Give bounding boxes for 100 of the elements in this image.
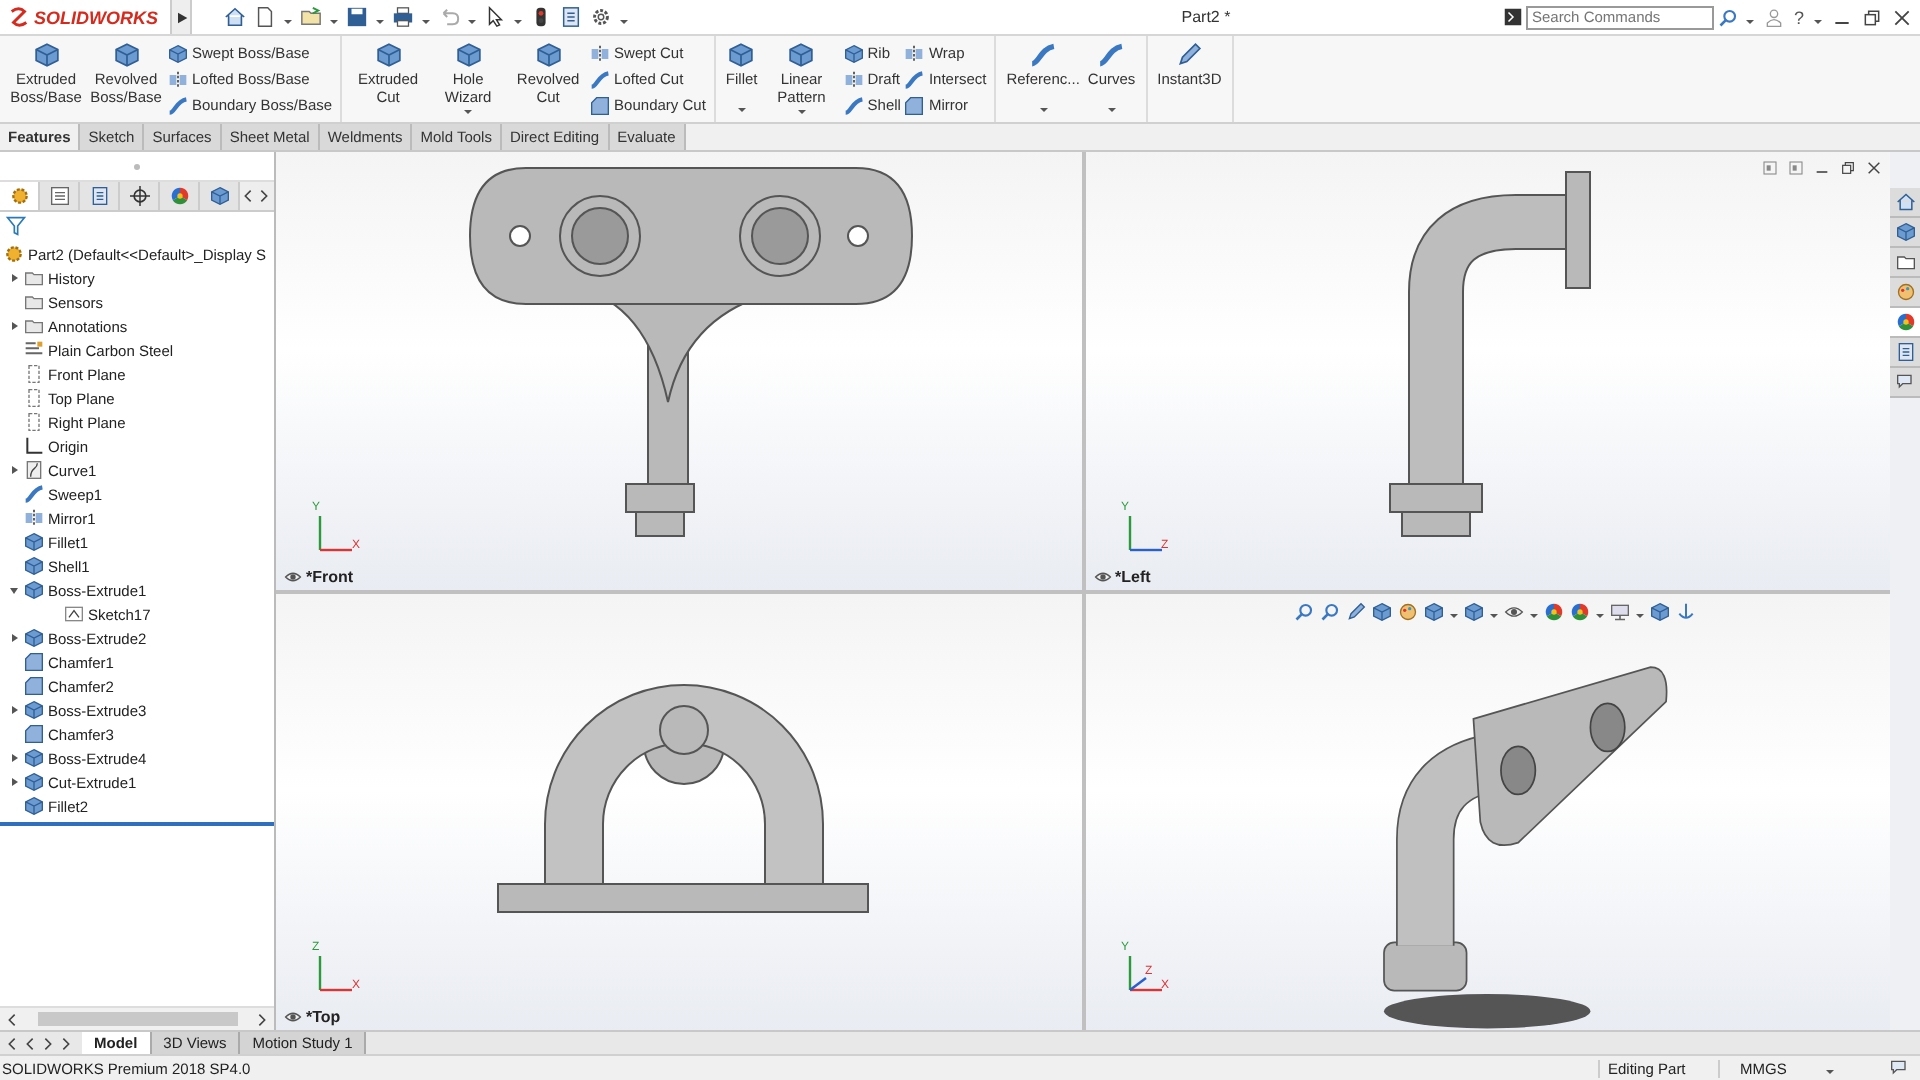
cube-icon bbox=[33, 42, 59, 68]
printer-icon[interactable] bbox=[392, 6, 414, 28]
chamfer-icon bbox=[24, 724, 44, 744]
task-pane-tab[interactable] bbox=[1890, 218, 1920, 248]
terminal-icon[interactable] bbox=[1503, 8, 1522, 26]
expand-arrow-icon[interactable] bbox=[11, 634, 17, 642]
gear-icon bbox=[4, 244, 24, 264]
list-icon[interactable] bbox=[560, 6, 582, 28]
palette-icon[interactable] bbox=[1397, 601, 1417, 621]
task-pane-tab[interactable] bbox=[1890, 248, 1920, 278]
cube-icon bbox=[24, 700, 44, 720]
dropdown-caret-icon[interactable] bbox=[1813, 19, 1822, 23]
settings-icon[interactable] bbox=[590, 6, 612, 28]
curve-icon bbox=[24, 460, 44, 480]
dropdown-caret-icon[interactable] bbox=[1826, 1069, 1835, 1073]
mirror-icon bbox=[904, 43, 925, 63]
color-wheel-icon[interactable] bbox=[1543, 601, 1563, 621]
sweep-icon bbox=[904, 69, 925, 89]
cube-icon bbox=[24, 532, 44, 552]
dropdown-caret-icon[interactable] bbox=[330, 20, 338, 24]
expand-arrow-icon[interactable] bbox=[10, 587, 18, 593]
panel-icon[interactable] bbox=[1762, 160, 1778, 176]
dropdown-caret-icon[interactable] bbox=[422, 20, 430, 24]
panel-tab[interactable] bbox=[80, 182, 120, 210]
anchor-icon[interactable] bbox=[1675, 601, 1695, 621]
cube-icon[interactable] bbox=[1649, 601, 1669, 621]
restore-icon[interactable] bbox=[1840, 160, 1856, 176]
task-pane-tab[interactable] bbox=[1890, 368, 1920, 398]
monitor-icon[interactable] bbox=[1609, 601, 1629, 621]
task-pane-tab[interactable] bbox=[1890, 338, 1920, 368]
expand-arrow-icon[interactable] bbox=[11, 322, 17, 330]
close-icon[interactable] bbox=[1891, 7, 1912, 27]
mirror-icon bbox=[843, 69, 864, 89]
restore-icon[interactable] bbox=[1861, 7, 1882, 27]
task-pane-tab[interactable] bbox=[1890, 308, 1920, 338]
chamfer-icon bbox=[904, 95, 925, 115]
dropdown-caret-icon[interactable] bbox=[1595, 613, 1603, 617]
panel-tab[interactable] bbox=[40, 182, 80, 210]
cube-icon bbox=[24, 748, 44, 768]
dropdown-caret-icon[interactable] bbox=[1449, 613, 1457, 617]
dropdown-caret-icon[interactable] bbox=[1745, 19, 1754, 23]
dropdown-caret-icon[interactable] bbox=[468, 20, 476, 24]
magnifier-icon[interactable] bbox=[1717, 7, 1738, 27]
page-icon[interactable] bbox=[254, 6, 276, 28]
pencil-icon[interactable] bbox=[1345, 601, 1365, 621]
color-wheel-icon[interactable] bbox=[1569, 601, 1589, 621]
chamfer-icon bbox=[590, 95, 611, 115]
crosshair-icon bbox=[129, 186, 149, 206]
home-icon[interactable] bbox=[224, 6, 246, 28]
menu-expand-button[interactable] bbox=[172, 0, 192, 34]
logo-text: SOLIDWORKS bbox=[34, 7, 158, 27]
sweep-icon bbox=[168, 95, 188, 115]
dropdown-caret-icon[interactable] bbox=[376, 20, 384, 24]
expand-arrow-icon[interactable] bbox=[11, 754, 17, 762]
task-pane-tab[interactable] bbox=[1890, 188, 1920, 218]
dropdown-caret-icon[interactable] bbox=[284, 20, 292, 24]
expand-arrow-icon[interactable] bbox=[11, 706, 17, 714]
eye-icon[interactable] bbox=[1093, 567, 1111, 585]
dropdown-caret-icon[interactable] bbox=[620, 20, 628, 24]
pointer-icon[interactable] bbox=[484, 6, 506, 28]
filter-icon[interactable] bbox=[6, 216, 26, 236]
palette-icon bbox=[1895, 282, 1915, 302]
magnifier-icon[interactable] bbox=[1319, 601, 1339, 621]
user-icon[interactable] bbox=[1763, 7, 1784, 27]
cube-icon[interactable] bbox=[1423, 601, 1443, 621]
task-pane-tab[interactable] bbox=[1890, 278, 1920, 308]
drag-handle[interactable] bbox=[134, 163, 140, 169]
eye-icon[interactable] bbox=[284, 1008, 302, 1026]
folder-icon[interactable] bbox=[300, 6, 322, 28]
cube-icon[interactable] bbox=[1463, 601, 1483, 621]
cube-icon bbox=[24, 628, 44, 648]
play-arrow-icon bbox=[173, 9, 189, 25]
panel-tab[interactable] bbox=[200, 182, 240, 210]
expand-arrow-icon[interactable] bbox=[11, 778, 17, 786]
traffic-light-icon[interactable] bbox=[530, 6, 552, 28]
cube-icon bbox=[728, 42, 755, 68]
tree-icon bbox=[49, 186, 69, 206]
dropdown-caret-icon[interactable] bbox=[514, 20, 522, 24]
sweep-icon bbox=[1030, 42, 1057, 68]
scrollbar-thumb[interactable] bbox=[37, 1012, 237, 1026]
cube-icon[interactable] bbox=[1371, 601, 1391, 621]
panel-icon[interactable] bbox=[1788, 160, 1804, 176]
magnifier-icon[interactable] bbox=[1293, 601, 1313, 621]
cube-icon bbox=[24, 556, 44, 576]
panel-tab[interactable] bbox=[120, 182, 160, 210]
eye-icon[interactable] bbox=[1503, 601, 1523, 621]
expand-arrow-icon[interactable] bbox=[11, 274, 17, 282]
expand-arrow-icon[interactable] bbox=[11, 466, 17, 474]
eye-icon[interactable] bbox=[284, 567, 302, 585]
pencil-icon bbox=[1176, 42, 1203, 68]
dropdown-caret-icon[interactable] bbox=[1489, 613, 1497, 617]
dropdown-caret-icon[interactable] bbox=[1635, 613, 1643, 617]
speech-bubble-icon[interactable] bbox=[1890, 1058, 1910, 1078]
home-icon bbox=[1895, 192, 1915, 212]
sketch-icon bbox=[64, 604, 84, 624]
dropdown-caret-icon[interactable] bbox=[1529, 613, 1537, 617]
cube-icon bbox=[24, 772, 44, 792]
close-icon[interactable] bbox=[1866, 160, 1882, 176]
cube-icon bbox=[375, 42, 402, 68]
help-button[interactable]: ? bbox=[1793, 7, 1804, 27]
